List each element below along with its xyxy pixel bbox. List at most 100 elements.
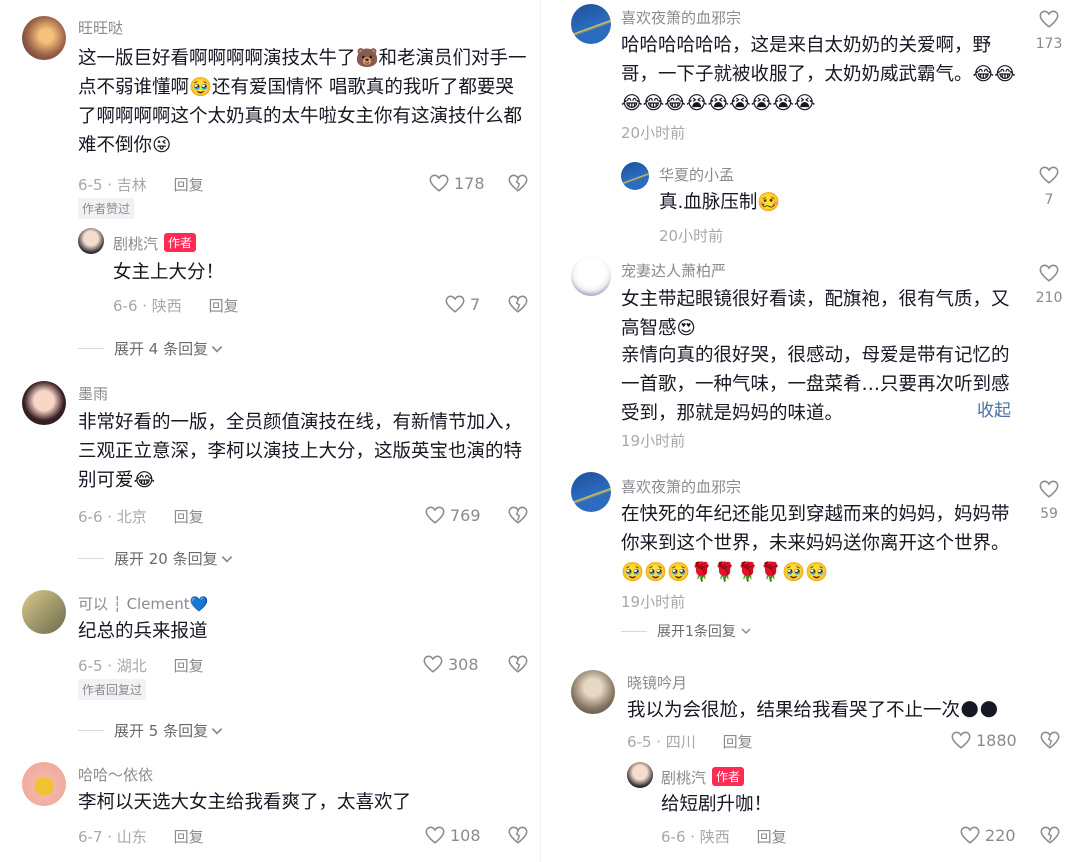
comment-text: 女主带起眼镜很好看读，配旗袍，很有气质，又高智感😍 bbox=[621, 289, 1010, 339]
heart-outline-icon bbox=[950, 729, 972, 751]
divider bbox=[621, 630, 647, 632]
like-button[interactable]: 308 bbox=[422, 653, 479, 675]
reply-button[interactable]: 回复 bbox=[723, 733, 753, 751]
reply-commenter-name[interactable]: 剧桃汽 作者 bbox=[661, 767, 745, 788]
heart-outline-icon bbox=[428, 172, 450, 194]
chevron-down-icon bbox=[210, 342, 224, 356]
commenter-name[interactable]: 可以 ┆ Clement💙 bbox=[78, 593, 208, 614]
broken-heart-icon[interactable] bbox=[1039, 729, 1061, 751]
reply-text: 真.血脉压制🥴 bbox=[659, 192, 781, 213]
commenter-name[interactable]: 喜欢夜箫的血邪宗 bbox=[621, 476, 741, 497]
like-button[interactable]: 1880 bbox=[950, 729, 1017, 751]
reply-time: 20小时前 bbox=[659, 227, 724, 245]
comment-text: 非常好看的一版，全员颜值演技在线，有新情节加入，三观正立意深，李柯以演技上大分，… bbox=[78, 412, 523, 491]
commenter-name[interactable]: 宠妻达人萧柏严 bbox=[621, 260, 726, 281]
avatar[interactable] bbox=[22, 16, 66, 60]
broken-heart-icon[interactable] bbox=[1039, 824, 1061, 846]
like-count: 769 bbox=[450, 505, 481, 525]
avatar[interactable] bbox=[621, 162, 649, 190]
heart-outline-icon bbox=[1038, 8, 1060, 30]
avatar[interactable] bbox=[627, 762, 653, 788]
avatar[interactable] bbox=[571, 4, 611, 44]
divider bbox=[78, 558, 104, 559]
heart-outline-icon bbox=[444, 293, 466, 315]
comment-text: 在快死的年纪还能见到穿越而来的妈妈，妈妈带你来到这个世界，未来妈妈送你离开这个世… bbox=[621, 504, 1010, 583]
like-button[interactable]: 220 bbox=[959, 824, 1016, 846]
avatar[interactable] bbox=[22, 762, 66, 806]
comment-meta: 6-7 · 山东 回复 bbox=[78, 826, 204, 847]
avatar[interactable] bbox=[571, 670, 615, 714]
reply-button[interactable]: 回复 bbox=[174, 828, 204, 846]
expand-replies-button[interactable]: 展开 4 条回复 bbox=[78, 338, 224, 359]
heart-outline-icon bbox=[1038, 478, 1060, 500]
like-button[interactable]: 210 bbox=[1029, 262, 1069, 306]
reply-button[interactable]: 回复 bbox=[174, 176, 204, 194]
reply-button[interactable]: 回复 bbox=[174, 508, 204, 526]
comment-text: 李柯以天选大女主给我看爽了，太喜欢了 bbox=[78, 792, 412, 813]
like-button[interactable]: 7 bbox=[1029, 164, 1069, 208]
broken-heart-icon[interactable] bbox=[507, 172, 529, 194]
author-replied-badge: 作者回复过 bbox=[78, 679, 147, 700]
expand-replies-button[interactable]: 展开 20 条回复 bbox=[78, 548, 234, 569]
comment-meta: 6-5 · 湖北 回复 bbox=[78, 655, 204, 676]
like-count: 108 bbox=[450, 825, 481, 845]
heart-outline-icon bbox=[424, 824, 446, 846]
reply-commenter-name[interactable]: 剧桃汽 作者 bbox=[113, 233, 197, 254]
like-count: 210 bbox=[1035, 290, 1063, 306]
heart-outline-icon bbox=[1038, 164, 1060, 186]
right-comment-column: 喜欢夜箫的血邪宗 哈哈哈哈哈哈，这是来自太奶奶的关爱啊，野哥，一下子就被收服了，… bbox=[540, 0, 1080, 862]
broken-heart-icon[interactable] bbox=[507, 824, 529, 846]
like-count: 308 bbox=[448, 654, 479, 674]
like-button[interactable]: 7 bbox=[444, 293, 480, 315]
like-button[interactable]: 108 bbox=[424, 824, 481, 846]
left-comment-column: 旺旺哒 这一版巨好看啊啊啊啊演技太牛了🐻和老演员们对手一点不弱谁懂啊🥹还有爱国情… bbox=[0, 0, 540, 862]
expand-replies-button[interactable]: 展开1条回复 bbox=[621, 621, 752, 641]
like-count: 7 bbox=[470, 294, 481, 314]
like-button[interactable]: 59 bbox=[1029, 478, 1069, 522]
commenter-name[interactable]: 旺旺哒 bbox=[78, 17, 123, 38]
commenter-name[interactable]: 哈哈～依依 bbox=[78, 764, 153, 785]
reply-meta: 6-6 · 陕西 回复 bbox=[661, 826, 787, 847]
commenter-name[interactable]: 墨雨 bbox=[78, 383, 108, 404]
divider bbox=[78, 348, 104, 349]
comment-meta: 6-5 · 吉林 回复 bbox=[78, 174, 204, 195]
comment-date-location: 6-5 · 吉林 bbox=[78, 176, 147, 194]
heart-outline-icon bbox=[422, 653, 444, 675]
commenter-name[interactable]: 喜欢夜箫的血邪宗 bbox=[621, 7, 741, 28]
chevron-down-icon bbox=[740, 625, 752, 637]
comment-time: 19小时前 bbox=[621, 593, 686, 611]
broken-heart-icon[interactable] bbox=[507, 293, 529, 315]
comment-text: 我以为会很尬，结果给我看哭了不止一次🌑🌑 bbox=[627, 700, 999, 721]
like-count: 1880 bbox=[976, 730, 1017, 750]
chevron-down-icon bbox=[210, 724, 224, 738]
divider bbox=[78, 730, 104, 731]
comment-date-location: 6-7 · 山东 bbox=[78, 828, 147, 846]
reply-button[interactable]: 回复 bbox=[174, 657, 204, 675]
commenter-name[interactable]: 晓镜吟月 bbox=[627, 672, 687, 693]
like-button[interactable]: 769 bbox=[424, 504, 481, 526]
like-button[interactable]: 178 bbox=[428, 172, 485, 194]
expand-replies-button[interactable]: 展开 5 条回复 bbox=[78, 720, 224, 741]
comment-item: 旺旺哒 这一版巨好看啊啊啊啊演技太牛了🐻和老演员们对手一点不弱谁懂啊🥹还有爱国情… bbox=[0, 0, 540, 340]
reply-button[interactable]: 回复 bbox=[209, 297, 239, 315]
comment-date-location: 6-5 · 四川 bbox=[627, 733, 696, 751]
broken-heart-icon[interactable] bbox=[507, 504, 529, 526]
reply-date-location: 6-6 · 陕西 bbox=[661, 828, 730, 846]
reply-meta: 6-6 · 陕西 回复 bbox=[113, 295, 239, 316]
avatar[interactable] bbox=[571, 256, 611, 296]
like-button[interactable]: 173 bbox=[1029, 8, 1069, 52]
comment-text: 亲情向真的很好哭，很感动，母爱是带有记忆的一首歌，一种气味，一盘菜肴…只要再次听… bbox=[621, 345, 1010, 424]
broken-heart-icon[interactable] bbox=[507, 653, 529, 675]
comment-meta: 6-6 · 北京 回复 bbox=[78, 506, 204, 527]
avatar[interactable] bbox=[571, 472, 611, 512]
collapse-button[interactable]: 收起 bbox=[977, 396, 1011, 421]
comment-text: 纪总的兵来报道 bbox=[78, 621, 208, 642]
avatar[interactable] bbox=[22, 381, 66, 425]
avatar[interactable] bbox=[78, 228, 104, 254]
author-badge: 作者 bbox=[164, 233, 197, 252]
avatar[interactable] bbox=[22, 590, 66, 634]
reply-date-location: 6-6 · 陕西 bbox=[113, 297, 182, 315]
reply-commenter-name[interactable]: 华夏的小孟 bbox=[659, 164, 734, 185]
comment-time: 20小时前 bbox=[621, 124, 686, 142]
reply-button[interactable]: 回复 bbox=[757, 828, 787, 846]
